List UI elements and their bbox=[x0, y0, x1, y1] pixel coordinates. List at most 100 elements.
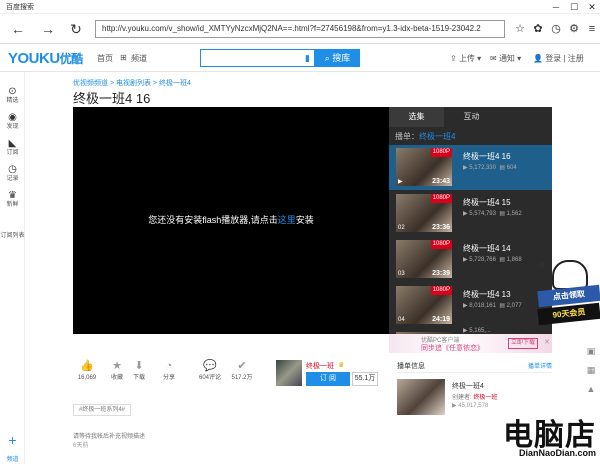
breadcrumb[interactable]: 优视频频道 > 电视剧列表 > 终极一班4 bbox=[73, 78, 191, 88]
address-bar[interactable]: http://v.youku.com/v_show/id_XMTYyNzcxMj… bbox=[95, 20, 505, 38]
minimize-button[interactable]: ─ bbox=[548, 0, 564, 14]
rail-label: 订阅 bbox=[6, 150, 19, 156]
playlist-detail-link[interactable]: 播单详情 bbox=[528, 361, 552, 370]
upload-link[interactable]: ⇪ 上传 ▾ bbox=[450, 53, 481, 64]
video-player[interactable]: 您还没有安装flash播放器,请点击这里安装 bbox=[73, 107, 389, 334]
paw-icon[interactable]: ✿ bbox=[530, 21, 546, 37]
episode-comments: 2,077 bbox=[506, 303, 522, 309]
qrcode-icon[interactable]: ▦ bbox=[582, 363, 600, 377]
rail-label: 新鲜 bbox=[6, 202, 19, 208]
playlist-name[interactable]: 终极一班4 bbox=[452, 381, 484, 391]
window-title: 百度搜索 bbox=[6, 4, 34, 11]
close-button[interactable]: ✕ bbox=[584, 0, 600, 14]
views-stat: ✔ 517.2万 bbox=[227, 360, 257, 383]
subscribe-button[interactable]: 订 阅 bbox=[306, 372, 350, 386]
back-icon[interactable]: ← bbox=[8, 19, 28, 39]
client-ad-banner[interactable]: 优酷PC客户端 同步追《任意依恋》 立即下载 ✕ bbox=[389, 334, 552, 353]
tab-episodes[interactable]: 选集 bbox=[389, 107, 444, 127]
episode-number: 02 bbox=[398, 225, 405, 231]
tag-chip[interactable]: #终极一班系列4# bbox=[73, 404, 132, 416]
browser-window: 百度搜索 ─ ☐ ✕ ← → ↻ http://v.youku.com/v_sh… bbox=[0, 0, 600, 464]
channel-name[interactable]: 终极一班 bbox=[306, 361, 334, 371]
site-watermark: 电脑店 DianNaoDian.com bbox=[456, 410, 600, 464]
login-link[interactable]: 👤 登录 | 注册 bbox=[533, 53, 584, 64]
youku-logo[interactable]: YOUKU优酷 bbox=[8, 50, 83, 67]
channel-avatar[interactable] bbox=[276, 360, 302, 386]
rail-item-discover[interactable]: ◉ 发现 bbox=[0, 112, 25, 131]
download-button[interactable]: ⬇ 下载 bbox=[125, 360, 153, 383]
quality-badge: 1080P bbox=[430, 148, 452, 157]
playlist-tabs: 选集 互动 bbox=[389, 107, 552, 127]
episode-duration: 23:36 bbox=[432, 224, 450, 231]
video-description: 请等待我帐后补充视频描述 bbox=[73, 434, 146, 440]
view-count: 517.2万 bbox=[231, 375, 253, 381]
comments-button[interactable]: 💬 604评论 bbox=[193, 360, 227, 383]
rail-item-featured[interactable]: ⊙ 精选 bbox=[0, 86, 25, 105]
episode-item[interactable]: 1080P ▶ 23:43 终极一班4 16 ▶ 5,172,330 ▤ 604 bbox=[389, 145, 552, 190]
download-label: 下载 bbox=[132, 375, 145, 381]
posted-time: 6天前 bbox=[73, 443, 89, 449]
tab-interact[interactable]: 互动 bbox=[444, 107, 499, 127]
video-actions: 👍 16,069 ★ 收藏 ⬇ 下载 ◔ 分享 💬 604评论 ✔ 517.2万 bbox=[73, 360, 273, 390]
episode-title: 终极一班4 15 bbox=[463, 198, 511, 207]
forward-icon[interactable]: → bbox=[38, 19, 58, 39]
maximize-button[interactable]: ☐ bbox=[566, 0, 582, 14]
notify-label: 通知 bbox=[498, 54, 515, 63]
nav-channel[interactable]: 频道 bbox=[131, 53, 147, 64]
rail-item-channels[interactable]: + 频道 bbox=[0, 432, 25, 466]
creator-prefix: 创建者: bbox=[452, 395, 474, 401]
history-icon[interactable]: ◷ bbox=[548, 21, 564, 37]
episode-duration: 23:43 bbox=[432, 178, 450, 185]
ad-download-button[interactable]: 立即下载 bbox=[507, 338, 538, 349]
creator-name[interactable]: 终极一班 bbox=[473, 395, 497, 401]
vip-promo[interactable]: ✕ 点击领取 90天会员 bbox=[537, 260, 600, 344]
episode-stats: ▶ 8,018,161 ▤ 2,077 bbox=[463, 303, 522, 309]
search-input[interactable]: ▮ bbox=[200, 49, 315, 67]
comment-icon: 💬 bbox=[203, 360, 217, 372]
feedback-icon[interactable]: ▣ bbox=[582, 344, 600, 358]
episode-item[interactable]: 1080P 04 24:19 终极一班4 13 ▶ 8,018,161 ▤ 2,… bbox=[389, 283, 552, 328]
playlist-thumbnail[interactable] bbox=[397, 379, 445, 415]
check-icon: ✔ bbox=[237, 360, 247, 372]
playlist-play-count: 45,917,578 bbox=[458, 403, 489, 409]
rail-item-new[interactable]: ♛ 新鲜 bbox=[0, 190, 25, 209]
episode-comments: 604 bbox=[506, 165, 517, 171]
episode-item[interactable]: 1080P 02 23:36 终极一班4 15 ▶ 5,574,793 ▤ 1,… bbox=[389, 191, 552, 236]
rail-label: 订阅列表 bbox=[0, 233, 25, 239]
episode-stats: ▶ 5,172,330 ▤ 604 bbox=[463, 165, 517, 171]
episode-number: 04 bbox=[398, 317, 405, 323]
voice-search-icon[interactable]: ▮ bbox=[305, 53, 310, 64]
clock-icon: ◷ bbox=[8, 164, 17, 175]
install-flash-link[interactable]: 这里 bbox=[278, 215, 296, 225]
episode-thumbnail: 1080P ▶ 23:43 bbox=[396, 148, 452, 186]
playlist-info-heading: 播单信息 bbox=[397, 363, 425, 370]
ad-line2: 同步追《任意依恋》 bbox=[421, 345, 484, 352]
episode-plays: 5,728,766 bbox=[469, 257, 496, 263]
episode-number: ▶ bbox=[398, 179, 403, 185]
reload-icon[interactable]: ↻ bbox=[66, 19, 86, 39]
episode-title: 终极一班4 13 bbox=[463, 290, 511, 299]
watermark-url: DianNaoDian.com bbox=[518, 448, 596, 458]
comment-count: 604评论 bbox=[198, 375, 221, 381]
current-playlist-name[interactable]: 终极一班4 bbox=[419, 132, 455, 141]
search-button[interactable]: ⌕ 搜库 bbox=[315, 49, 360, 67]
favorite-star-icon[interactable]: ☆ bbox=[512, 21, 528, 37]
menu-icon[interactable]: ≡ bbox=[584, 21, 600, 37]
play-circle-icon: ⊙ bbox=[8, 86, 17, 97]
login-label: 登录 | 注册 bbox=[545, 54, 584, 63]
rail-label: 精选 bbox=[6, 98, 19, 104]
rail-item-sub-list[interactable]: 订阅列表 bbox=[0, 232, 25, 240]
episode-comments: 1,562 bbox=[506, 211, 522, 217]
share-label: 分享 bbox=[162, 375, 175, 381]
back-to-top-icon[interactable]: ▲ bbox=[582, 382, 600, 396]
promo-close-icon[interactable]: ✕ bbox=[538, 260, 546, 271]
like-button[interactable]: 👍 16,069 bbox=[73, 360, 101, 383]
episode-item[interactable]: 1080P 03 23:39 终极一班4 14 ▶ 5,728,766 ▤ 1,… bbox=[389, 237, 552, 282]
rail-item-subscribe[interactable]: ◣ 订阅 bbox=[0, 138, 25, 157]
share-button[interactable]: ◔ 分享 bbox=[155, 360, 183, 383]
download-icon: ⬇ bbox=[134, 360, 144, 372]
rail-item-history[interactable]: ◷ 记录 bbox=[0, 164, 25, 183]
notify-link[interactable]: ✉ 通知 ▾ bbox=[490, 53, 521, 64]
nav-home[interactable]: 首页 bbox=[97, 53, 113, 64]
settings-icon[interactable]: ⚙ bbox=[566, 21, 582, 37]
